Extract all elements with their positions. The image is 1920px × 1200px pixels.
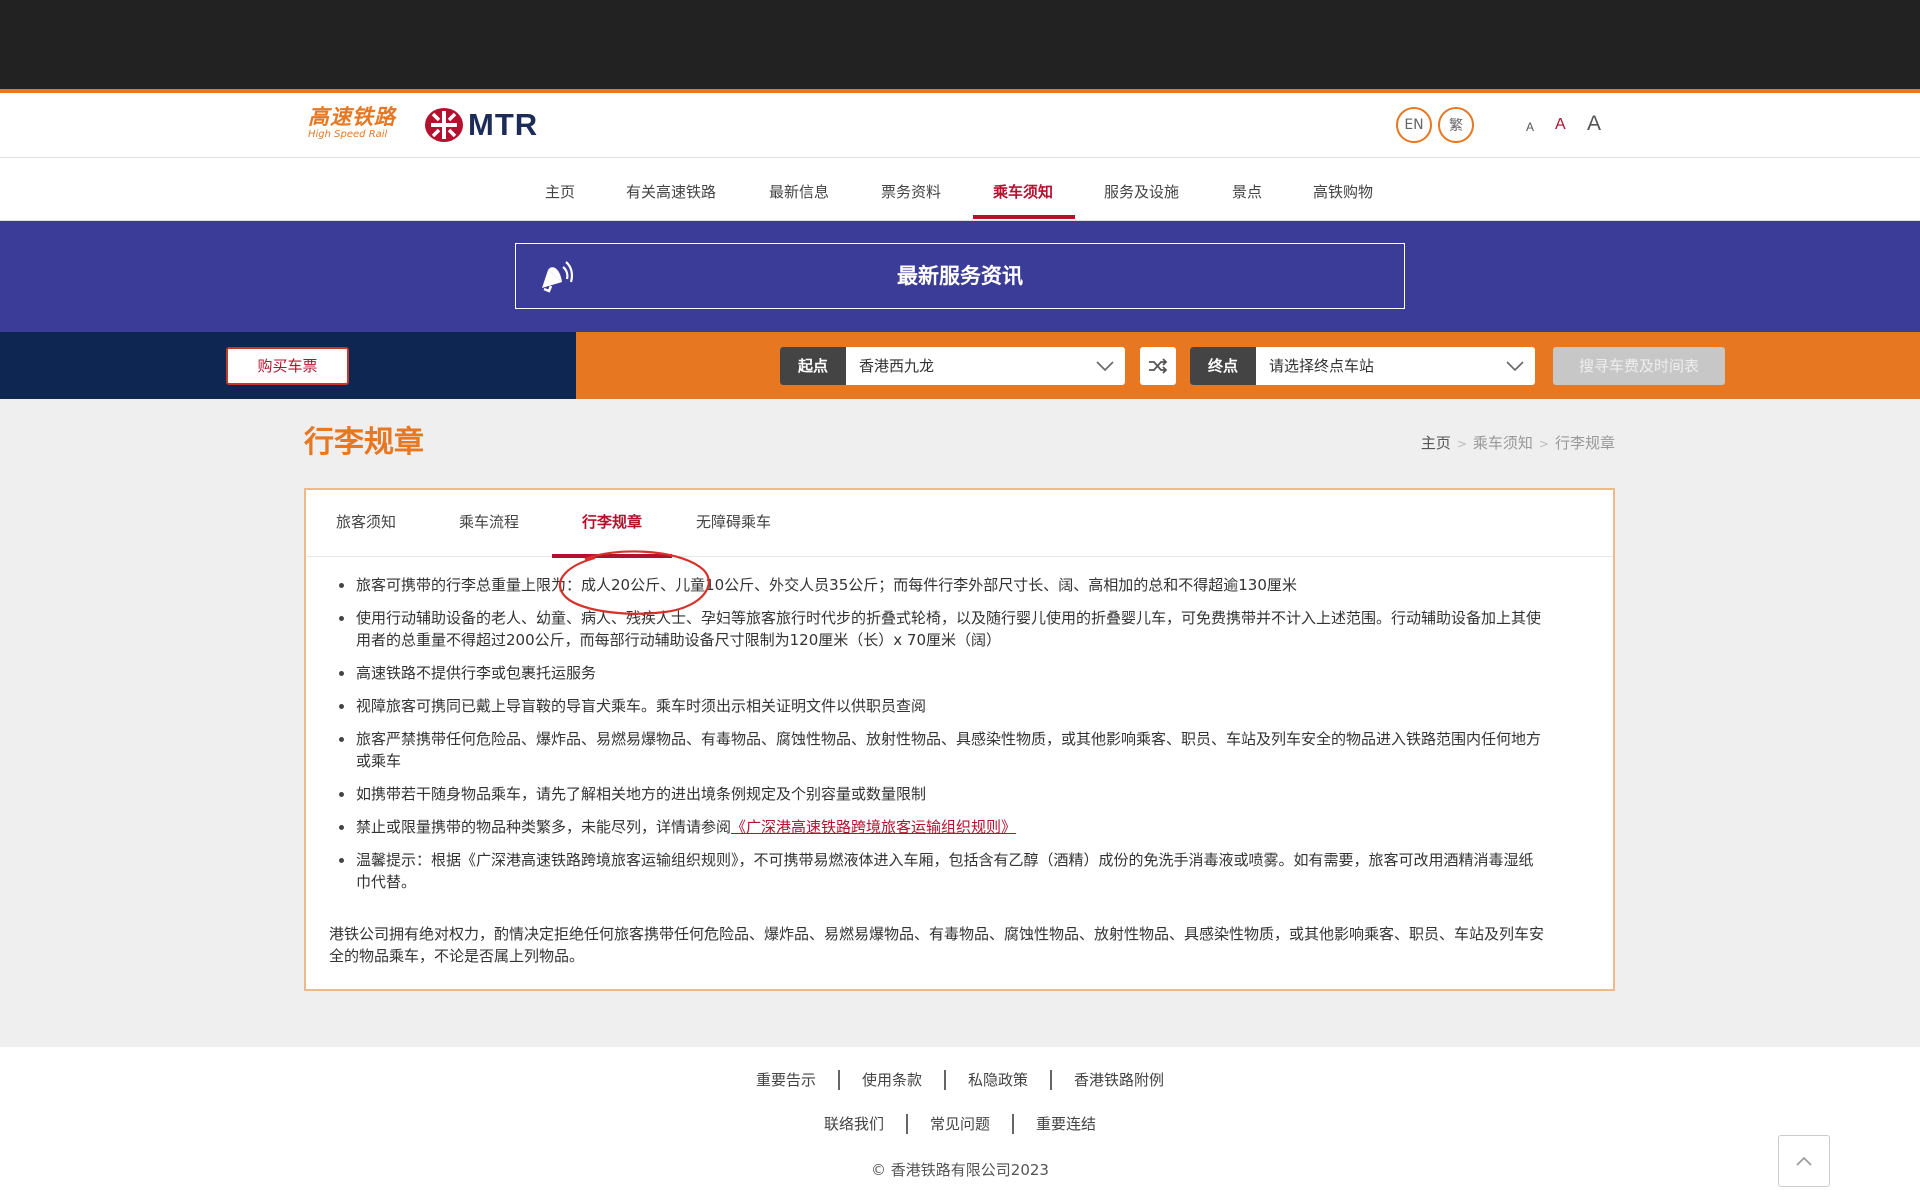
- main-nav: 主页 有关高速铁路 最新信息 票务资料 乘车须知 服务及设施 景点 高铁购物: [0, 158, 1920, 221]
- nav-item-ticketing[interactable]: 票务资料: [881, 158, 941, 221]
- mtr-logo[interactable]: MTR: [424, 107, 538, 143]
- swap-stations-button[interactable]: [1140, 347, 1176, 385]
- font-size-small-button[interactable]: A: [1526, 120, 1534, 134]
- mtr-logo-text: MTR: [468, 107, 539, 142]
- breadcrumb: 主页 > 乘车须知 > 行李规章: [1421, 433, 1615, 454]
- rule-text: 高速铁路不提供行李或包裹托运服务: [356, 664, 597, 682]
- footer-link-bylaws[interactable]: 香港铁路附例: [1052, 1070, 1186, 1090]
- rule-text: 或乘车: [356, 752, 402, 770]
- tab-boarding-process[interactable]: 乘车流程: [459, 490, 519, 557]
- rule-text: 使用行动辅助设备的老人、幼童、病人、残疾人士、孕妇等旅客旅行时代步的折叠式轮椅，…: [356, 609, 1542, 627]
- list-item: 旅客可携带的行李总重量上限为：成人20公斤、儿童10公斤、外交人员35公斤；而每…: [331, 574, 1896, 596]
- buy-ticket-button[interactable]: 购买车票: [226, 347, 349, 385]
- tab-accessibility[interactable]: 无障碍乘车: [696, 490, 771, 557]
- rule-text: 旅客严禁携带任何危险品、爆炸品、易燃易爆物品、有毒物品、腐蚀性物品、放射性物品、…: [356, 730, 1542, 748]
- footer-link-privacy[interactable]: 私隐政策: [946, 1070, 1053, 1090]
- chevron-down-icon: [1495, 347, 1535, 385]
- footer-links-row-1: 重要告示 使用条款 私隐政策 香港铁路附例: [0, 1070, 1920, 1090]
- regulations-link[interactable]: 《广深港高速铁路跨境旅客运输组织规则》: [731, 818, 1016, 836]
- destination-select[interactable]: 终点 请选择终点车站: [1190, 347, 1535, 385]
- chevron-up-icon: [1796, 1156, 1812, 1166]
- note-text: 全的物品乘车，不论是否属上列物品。: [329, 947, 585, 965]
- breadcrumb-home[interactable]: 主页: [1421, 434, 1451, 452]
- lang-en-button[interactable]: EN: [1396, 107, 1432, 143]
- shuffle-icon: [1149, 358, 1168, 374]
- breadcrumb-current: 行李规章: [1554, 434, 1615, 452]
- footer-links-row-2: 联络我们 常见问题 重要连结: [0, 1114, 1920, 1134]
- high-speed-rail-logo[interactable]: 高速铁路 High Speed Rail: [308, 105, 404, 145]
- footer-link-faq[interactable]: 常见问题: [908, 1114, 1014, 1134]
- note-text: 港铁公司拥有绝对权力，酌情决定拒绝任何旅客携带任何危险品、爆炸品、易燃易爆物品、…: [329, 925, 1545, 943]
- footer-link-important-links[interactable]: 重要连结: [1014, 1114, 1118, 1134]
- service-news-button[interactable]: 最新服务资讯: [515, 243, 1405, 309]
- origin-value: 香港西九龙: [859, 357, 935, 375]
- nav-item-travel-info[interactable]: 乘车须知: [972, 158, 1076, 221]
- nav-item-services[interactable]: 服务及设施: [1104, 158, 1179, 221]
- lang-tc-button[interactable]: 繁: [1438, 107, 1474, 143]
- list-item: 旅客严禁携带任何危险品、爆炸品、易燃易爆物品、有毒物品、腐蚀性物品、放射性物品、…: [331, 728, 1896, 772]
- nav-item-home[interactable]: 主页: [545, 158, 575, 221]
- destination-label: 终点: [1190, 347, 1256, 385]
- breadcrumb-separator: >: [1538, 437, 1549, 451]
- rule-text: 禁止或限量携带的物品种类繁多，未能尽列，详情请参阅: [356, 818, 732, 836]
- service-news-banner: 最新服务资讯: [0, 221, 1920, 332]
- site-header: 高速铁路 High Speed Rail MTR EN 繁 A A A: [0, 93, 1920, 158]
- back-to-top-button[interactable]: [1778, 1135, 1830, 1187]
- font-size-large-button[interactable]: A: [1587, 112, 1601, 136]
- buy-ticket-panel: 购买车票: [0, 332, 576, 399]
- list-item: 禁止或限量携带的物品种类繁多，未能尽列，详情请参阅《广深港高速铁路跨境旅客运输组…: [331, 816, 1896, 838]
- list-item: 温馨提示：根据《广深港高速铁路跨境旅客运输组织规则》，不可携带易燃液体进入车厢，…: [331, 849, 1896, 893]
- rule-text: 视障旅客可携同已戴上导盲鞍的导盲犬乘车。乘车时须出示相关证明文件以供职员查阅: [356, 697, 927, 715]
- font-size-medium-button[interactable]: A: [1555, 116, 1566, 134]
- top-browser-bar: [0, 0, 1920, 89]
- content-panel: 旅客须知 乘车流程 行李规章 无障碍乘车 旅客可携带的行李总重量上限为：成人20…: [304, 488, 1615, 991]
- search-fares-button[interactable]: 搜寻车费及时间表: [1553, 347, 1725, 385]
- destination-value: 请选择终点车站: [1269, 357, 1375, 375]
- hsr-logo-cn: 高速铁路: [308, 105, 396, 129]
- footer-link-contact[interactable]: 联络我们: [802, 1114, 908, 1134]
- copyright: © 香港铁路有限公司2023: [871, 1161, 1049, 1179]
- hsr-logo-en: High Speed Rail: [308, 129, 388, 140]
- rule-text: 巾代替。: [356, 873, 417, 891]
- content-tabs: 旅客须知 乘车流程 行李规章 无障碍乘车: [306, 490, 1613, 558]
- origin-label: 起点: [780, 347, 846, 385]
- nav-item-about-hsr[interactable]: 有关高速铁路: [626, 158, 716, 221]
- tab-baggage-rules[interactable]: 行李规章: [551, 490, 673, 558]
- chevron-down-icon: [1085, 347, 1125, 385]
- nav-item-latest-news[interactable]: 最新信息: [769, 158, 829, 221]
- rule-text: 旅客可携带的行李总重量上限为：成人20公斤、儿童10公斤、外交人员35公斤；而每…: [356, 576, 1297, 594]
- origin-select[interactable]: 起点 香港西九龙: [780, 347, 1125, 385]
- breadcrumb-separator: >: [1456, 437, 1467, 451]
- service-news-title: 最新服务资讯: [897, 264, 1023, 288]
- page-title: 行李规章: [304, 425, 424, 460]
- mtr-rights-note: 港铁公司拥有绝对权力，酌情决定拒绝任何旅客携带任何危险品、爆炸品、易燃易爆物品、…: [329, 923, 1594, 967]
- site-footer: 重要告示 使用条款 私隐政策 香港铁路附例 联络我们 常见问题 重要连结 © 香港铁路有限…: [0, 1047, 1920, 1200]
- tab-passenger-notice[interactable]: 旅客须知: [336, 490, 396, 557]
- breadcrumb-travel-info[interactable]: 乘车须知: [1473, 434, 1533, 452]
- rule-text: 温馨提示：根据《广深港高速铁路跨境旅客运输组织规则》，不可携带易燃液体进入车厢，…: [356, 851, 1534, 869]
- list-item: 高速铁路不提供行李或包裹托运服务: [331, 662, 1896, 684]
- footer-link-terms[interactable]: 使用条款: [840, 1070, 946, 1090]
- list-item: 如携带若干随身物品乘车，请先了解相关地方的进出境条例规定及个别容量或数量限制: [331, 783, 1896, 805]
- list-item: 使用行动辅助设备的老人、幼童、病人、残疾人士、孕妇等旅客旅行时代步的折叠式轮椅，…: [331, 607, 1896, 651]
- rule-text: 如携带若干随身物品乘车，请先了解相关地方的进出境条例规定及个别容量或数量限制: [356, 785, 927, 803]
- ticket-search-bar: 购买车票 起点 香港西九龙 终点 请选择终点车站 搜寻车费及时间表: [0, 332, 1920, 399]
- rule-text: 用者的总重量不得超过200公斤，而每部行动辅助设备尺寸限制为120厘米（长）x …: [356, 631, 1001, 649]
- mtr-logo-icon: [425, 108, 463, 142]
- nav-item-attractions[interactable]: 景点: [1232, 158, 1262, 221]
- baggage-rules-list: 旅客可携带的行李总重量上限为：成人20公斤、儿童10公斤、外交人员35公斤；而每…: [331, 574, 1896, 904]
- nav-item-shopping[interactable]: 高铁购物: [1313, 158, 1373, 221]
- list-item: 视障旅客可携同已戴上导盲鞍的导盲犬乘车。乘车时须出示相关证明文件以供职员查阅: [331, 695, 1896, 717]
- footer-link-important-notice[interactable]: 重要告示: [734, 1070, 840, 1090]
